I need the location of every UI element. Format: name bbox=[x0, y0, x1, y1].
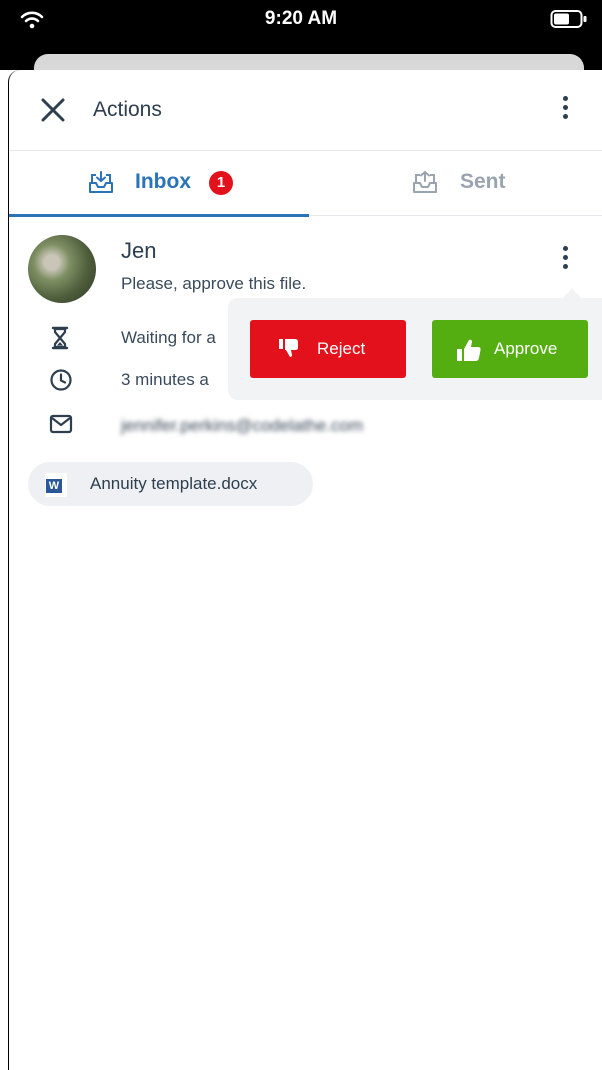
tab-bar: Inbox 1 Sent bbox=[9, 151, 602, 217]
status-time: 9:20 AM bbox=[264, 8, 338, 29]
outbox-icon bbox=[413, 170, 437, 193]
tab-sent[interactable]: Sent bbox=[309, 151, 602, 215]
more-options-icon[interactable] bbox=[560, 96, 570, 126]
email-row: jennifer.perkins@codelathe.com bbox=[9, 412, 602, 442]
request-status: Waiting for a bbox=[121, 328, 216, 347]
attached-file-chip[interactable]: W Annuity template.docx bbox=[28, 462, 313, 506]
approve-label: Approve bbox=[494, 339, 558, 358]
battery-icon bbox=[550, 10, 587, 28]
tab-sent-label: Sent bbox=[460, 170, 506, 193]
reject-button[interactable]: Reject bbox=[250, 320, 406, 378]
thumbs-down-icon bbox=[279, 339, 298, 357]
approve-button[interactable]: Approve bbox=[432, 320, 588, 378]
close-icon[interactable] bbox=[37, 94, 69, 126]
hourglass-icon bbox=[51, 326, 69, 350]
tab-inbox[interactable]: Inbox 1 bbox=[9, 151, 309, 217]
request-message: Please, approve this file. bbox=[121, 274, 307, 293]
reject-label: Reject bbox=[317, 339, 366, 358]
item-more-options-icon[interactable] bbox=[560, 246, 570, 276]
actions-sheet: Actions Inbox 1 Sent Jen Please, approve… bbox=[8, 70, 602, 1070]
sender-name: Jen bbox=[121, 238, 157, 263]
avatar bbox=[28, 235, 96, 303]
page-title: Actions bbox=[93, 98, 162, 121]
sheet-header: Actions bbox=[9, 70, 602, 151]
clock-icon bbox=[50, 369, 72, 391]
sender-email: jennifer.perkins@codelathe.com bbox=[121, 416, 364, 435]
unread-count-badge: 1 bbox=[209, 171, 233, 195]
request-time: 3 minutes a bbox=[121, 370, 209, 389]
word-document-icon: W bbox=[45, 473, 67, 497]
action-popup: Reject Approve bbox=[228, 298, 602, 400]
thumbs-up-icon bbox=[457, 339, 481, 361]
mail-icon bbox=[49, 414, 73, 434]
active-tab-indicator bbox=[9, 214, 309, 217]
file-name: Annuity template.docx bbox=[90, 474, 258, 493]
inbox-icon bbox=[89, 171, 113, 193]
tab-inbox-label: Inbox bbox=[135, 170, 191, 193]
